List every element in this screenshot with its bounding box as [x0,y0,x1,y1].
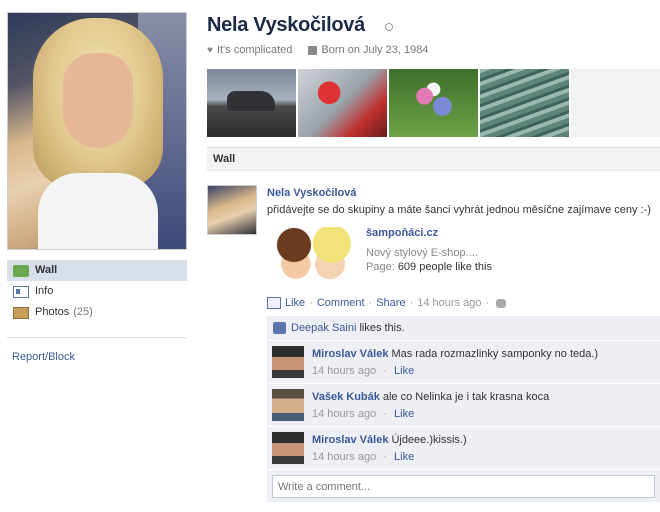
heart-icon: ♥ [207,44,213,56]
comment-text: Újdeee.)kissis.) [391,434,467,446]
comment-author-link[interactable]: Vašek Kubák [312,391,380,403]
comment-item: Miroslav Válek Mas rada rozmazlinky sampo… [267,341,660,384]
write-comment-row [267,470,660,503]
story-timestamp[interactable]: 14 hours ago [417,297,481,309]
photo-thumbnail[interactable] [207,69,296,137]
birthday-icon [308,45,318,55]
share-button[interactable]: Share [376,297,405,309]
left-column: Wall Info Photos (25) Report/Block [0,0,188,512]
comment-like-button[interactable]: Like [394,365,414,377]
comment-text: ale co Nelinka je i tak krasna koca [382,391,550,403]
liker-name-link[interactable]: Deepak Saini [291,316,356,341]
info-icon [13,285,29,298]
page-likes: 609 people like this [397,261,492,273]
wall-header: Wall [207,147,660,171]
avatar[interactable] [207,185,257,235]
relationship-status: It's complicated [216,44,293,56]
avatar[interactable] [272,346,304,378]
photo-strip [207,69,660,137]
like-button[interactable]: Like [285,297,305,309]
comment-timestamp: 14 hours ago [312,451,377,463]
likes-row: Deepak Saini likes this. [267,316,660,341]
online-status-icon [385,23,393,31]
avatar[interactable] [272,432,304,464]
photos-icon [13,306,29,319]
post-type-icon [267,297,281,309]
report-block-link[interactable]: Report/Block [12,351,75,363]
comment-like-button[interactable]: Like [394,408,414,420]
photo-thumbnail[interactable] [389,69,478,137]
comment-like-button[interactable]: Like [394,451,414,463]
story-message: přidávejte se do skupiny a máte šanci vy… [267,204,651,216]
nav-item-wall[interactable]: Wall [7,260,187,281]
photos-count: (25) [73,306,93,318]
comment-timestamp: 14 hours ago [312,408,377,420]
attachment-image[interactable] [267,227,357,287]
nav-item-label: Photos [35,306,70,318]
birthday: Born on July 23, 1984 [321,44,429,56]
comment-author-link[interactable]: Miroslav Válek [312,434,388,446]
attachment-page-info: Page: 609 people like this [366,261,492,273]
comment-item: Vašek Kubák ale co Nelinka je i tak krasn… [267,384,660,427]
left-nav: Wall Info Photos (25) [7,260,187,323]
likes-suffix: likes this. [359,321,405,334]
privacy-icon[interactable] [496,298,507,308]
divider [7,337,187,338]
feedback-box: Deepak Saini likes this. Miroslav Válek M… [267,316,660,503]
story-actions: Like · Comment · Share · 14 hours ago · [267,297,507,309]
nav-item-info[interactable]: Info [7,281,187,302]
profile-info-line: ♥ It's complicated Born on July 23, 1984 [207,44,428,56]
nav-item-photos[interactable]: Photos (25) [7,302,187,323]
attachment-title-link[interactable]: šampoňáci.cz [366,227,438,239]
photo-thumbnail[interactable] [480,69,569,137]
comment-text: Mas rada rozmazlinky samponky no teda.) [391,348,599,360]
wall-icon [13,264,29,277]
nav-item-label: Wall [35,264,58,276]
comment-button[interactable]: Comment [317,297,365,309]
comment-author-link[interactable]: Miroslav Válek [312,348,388,360]
nav-item-label: Info [35,285,54,297]
photo-thumbnail[interactable] [571,69,660,137]
story-author-link[interactable]: Nela Vyskočilová [267,187,356,199]
thumbs-up-icon [273,322,286,334]
photo-thumbnail[interactable] [298,69,387,137]
avatar[interactable] [272,389,304,421]
main-column: Nela Vyskočilová ♥ It's complicated Born… [207,0,660,512]
comment-input[interactable] [272,475,655,498]
profile-picture[interactable] [7,12,187,250]
profile-name: Nela Vyskočilová [207,14,365,36]
page-label: Page: [366,261,395,273]
attachment-caption: Nový stylový E-shop.... [366,247,478,259]
comment-timestamp: 14 hours ago [312,365,377,377]
comment-item: Miroslav Válek Újdeee.)kissis.) 14 hours … [267,427,660,470]
